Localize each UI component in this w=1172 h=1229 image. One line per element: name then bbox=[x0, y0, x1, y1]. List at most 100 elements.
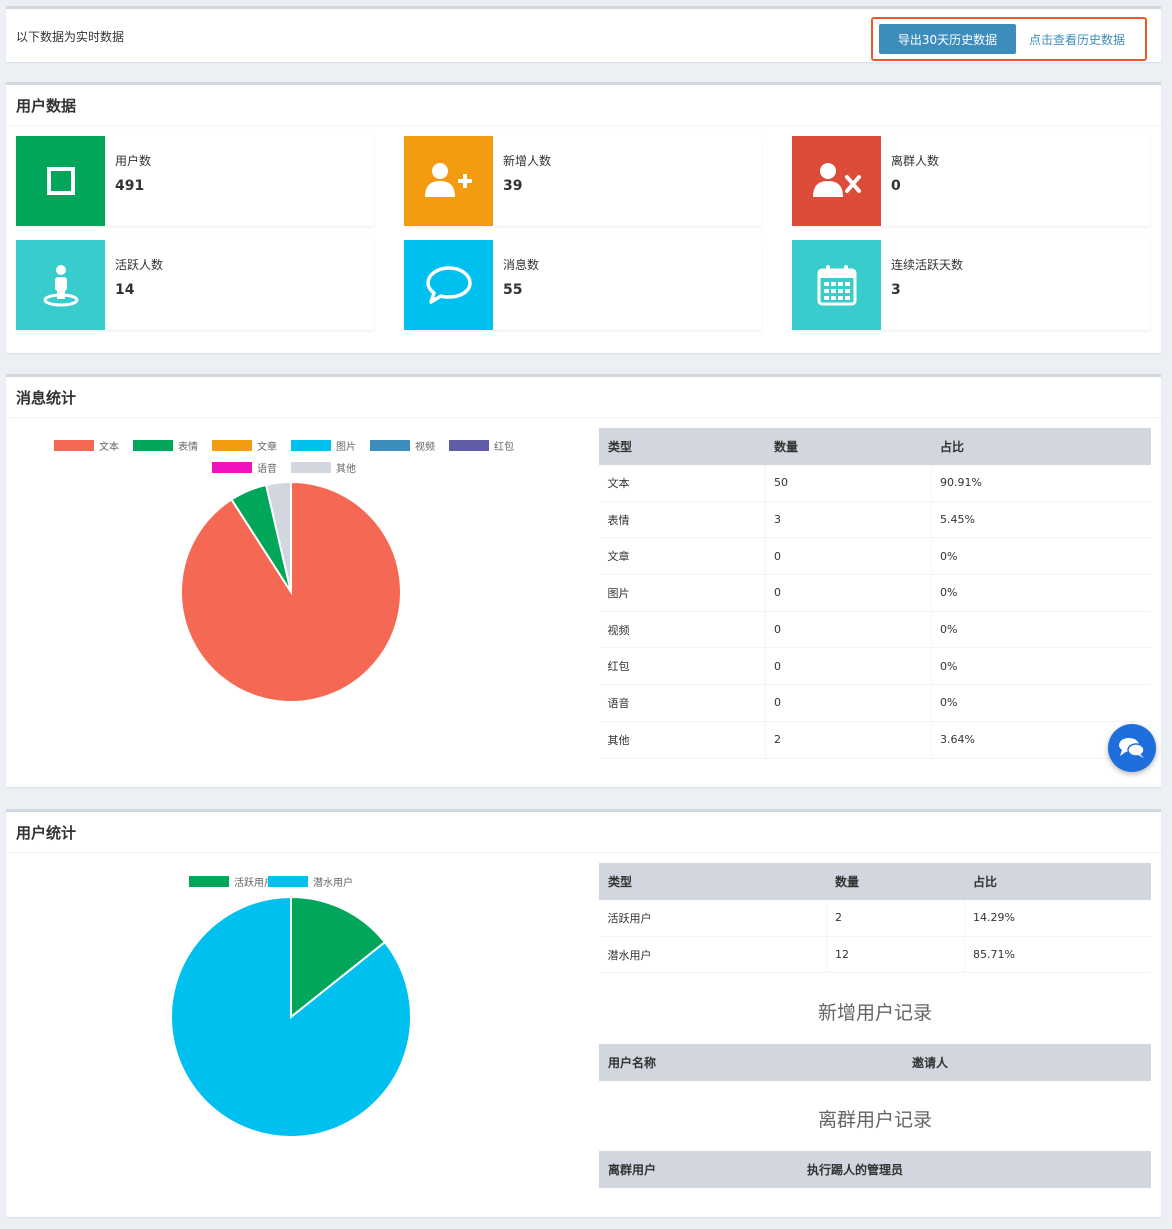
cell-percent: 5.45% bbox=[931, 500, 1151, 539]
calendar-icon bbox=[792, 240, 881, 330]
user-plus-icon bbox=[404, 136, 493, 226]
cell-type: 语音 bbox=[599, 684, 766, 722]
legend-item-活跃用户[interactable]: 活跃用户 bbox=[189, 874, 274, 889]
info-value: 3 bbox=[891, 282, 901, 298]
cell-count: 2 bbox=[765, 720, 932, 759]
column-header-percent: 占比 bbox=[931, 428, 1151, 465]
legend-item-表情[interactable]: 表情 bbox=[133, 438, 198, 453]
table-header-row: 类型 数量 占比 bbox=[599, 428, 1151, 465]
legend-item-视频[interactable]: 视频 bbox=[370, 438, 435, 453]
legend-swatch bbox=[189, 876, 229, 887]
cell-count: 0 bbox=[765, 647, 932, 686]
table-row: 文本 50 90.91% bbox=[599, 464, 1151, 502]
realtime-notice: 以下数据为实时数据 bbox=[16, 30, 125, 44]
cell-type: 活跃用户 bbox=[599, 899, 827, 937]
legend-item-文章[interactable]: 文章 bbox=[212, 438, 277, 453]
column-header-count: 数量 bbox=[765, 428, 932, 465]
info-label: 消息数 bbox=[503, 258, 540, 272]
message-pie-chart bbox=[180, 480, 402, 703]
cell-type: 图片 bbox=[599, 574, 766, 612]
user-data-panel: 用户数据 用户数 491 新增人数 39 离群人数 0 活跃人数 14 消息数 … bbox=[6, 82, 1161, 353]
legend-label: 表情 bbox=[178, 442, 198, 453]
table-row: 视频 0 0% bbox=[599, 610, 1151, 649]
legend-item-语音[interactable]: 语音 bbox=[212, 460, 277, 475]
new-user-records-table: 用户名称 邀请人 bbox=[599, 1044, 1151, 1081]
column-header-kicking-admin: 执行踢人的管理员 bbox=[798, 1151, 1151, 1188]
realtime-header-bar: 以下数据为实时数据 导出30天历史数据 点击查看历史数据 bbox=[6, 6, 1161, 62]
legend-label: 图片 bbox=[336, 442, 356, 453]
cell-count: 0 bbox=[765, 610, 932, 649]
cell-percent: 85.71% bbox=[964, 935, 1151, 974]
info-box-left-members: 离群人数 0 bbox=[792, 136, 1150, 226]
column-header-type: 类型 bbox=[599, 863, 827, 900]
table-row: 潜水用户 12 85.71% bbox=[599, 935, 1151, 974]
history-actions-group: 导出30天历史数据 点击查看历史数据 bbox=[871, 17, 1147, 61]
info-value: 39 bbox=[503, 178, 523, 194]
legend-swatch bbox=[268, 876, 308, 887]
legend-item-图片[interactable]: 图片 bbox=[291, 438, 356, 453]
cell-count: 3 bbox=[765, 500, 932, 539]
legend-item-其他[interactable]: 其他 bbox=[291, 460, 356, 475]
user-stats-panel: 用户统计 活跃用户 潜水用户 类型 数量 占比 活跃用户 2 14.29% 潜水用户 1… bbox=[6, 809, 1161, 1217]
cell-percent: 0% bbox=[931, 610, 1151, 649]
table-row: 其他 2 3.64% bbox=[599, 720, 1151, 759]
user-times-icon bbox=[792, 136, 881, 226]
export-30-day-history-button[interactable]: 导出30天历史数据 bbox=[879, 24, 1016, 54]
cell-type: 视频 bbox=[599, 610, 766, 649]
info-label: 连续活跃天数 bbox=[891, 258, 964, 272]
legend-swatch bbox=[291, 462, 331, 473]
cell-count: 12 bbox=[826, 935, 965, 974]
legend-swatch bbox=[291, 440, 331, 451]
column-header-inviter: 邀请人 bbox=[903, 1044, 1151, 1081]
chat-support-button[interactable] bbox=[1108, 724, 1156, 772]
legend-label: 语音 bbox=[257, 464, 277, 475]
street-view-icon bbox=[16, 240, 105, 330]
column-header-count: 数量 bbox=[826, 863, 965, 900]
legend-swatch bbox=[449, 440, 489, 451]
table-row: 表情 3 5.45% bbox=[599, 500, 1151, 539]
legend-item-文本[interactable]: 文本 bbox=[54, 438, 119, 453]
cell-type: 文章 bbox=[599, 537, 766, 576]
info-value: 14 bbox=[115, 282, 135, 298]
cell-count: 2 bbox=[826, 899, 965, 937]
info-value: 491 bbox=[115, 178, 145, 194]
cell-type: 潜水用户 bbox=[599, 935, 827, 974]
chat-bubbles-icon bbox=[1119, 738, 1145, 758]
message-stats-table: 类型 数量 占比 文本 50 90.91% 表情 3 5.45% 文章 0 0% 图片 0 0%… bbox=[599, 428, 1151, 759]
info-box-message-count: 消息数 55 bbox=[404, 240, 762, 330]
info-label: 活跃人数 bbox=[115, 258, 164, 272]
legend-item-红包[interactable]: 红包 bbox=[449, 438, 514, 453]
table-row: 图片 0 0% bbox=[599, 574, 1151, 612]
new-user-records-title: 新增用户记录 bbox=[817, 1002, 932, 1024]
legend-label: 文本 bbox=[99, 442, 119, 453]
legend-swatch bbox=[133, 440, 173, 451]
legend-swatch bbox=[212, 440, 252, 451]
view-history-link[interactable]: 点击查看历史数据 bbox=[1029, 31, 1125, 48]
cell-percent: 14.29% bbox=[964, 899, 1151, 937]
column-header-username: 用户名称 bbox=[599, 1044, 904, 1081]
legend-swatch bbox=[370, 440, 410, 451]
table-row: 语音 0 0% bbox=[599, 684, 1151, 722]
comment-icon bbox=[404, 240, 493, 330]
info-box-user-count: 用户数 491 bbox=[16, 136, 374, 226]
cell-type: 红包 bbox=[599, 647, 766, 686]
cell-count: 50 bbox=[765, 464, 932, 502]
legend-swatch bbox=[212, 462, 252, 473]
table-row: 红包 0 0% bbox=[599, 647, 1151, 686]
cell-count: 0 bbox=[765, 684, 932, 722]
cell-type: 文本 bbox=[599, 464, 766, 502]
left-user-records-table: 离群用户 执行踢人的管理员 bbox=[599, 1151, 1151, 1188]
legend-label: 潜水用户 bbox=[313, 878, 353, 889]
legend-item-潜水用户[interactable]: 潜水用户 bbox=[268, 874, 353, 889]
cell-type: 表情 bbox=[599, 500, 766, 539]
info-label: 离群人数 bbox=[891, 154, 940, 168]
cell-percent: 0% bbox=[931, 647, 1151, 686]
legend-label: 文章 bbox=[257, 442, 277, 453]
info-label: 新增人数 bbox=[503, 154, 552, 168]
cell-percent: 0% bbox=[931, 684, 1151, 722]
left-user-records-title: 离群用户记录 bbox=[817, 1109, 932, 1131]
cell-percent: 90.91% bbox=[931, 464, 1151, 502]
info-value: 0 bbox=[891, 178, 901, 194]
legend-swatch bbox=[54, 440, 94, 451]
user-pie-chart bbox=[170, 895, 412, 1138]
